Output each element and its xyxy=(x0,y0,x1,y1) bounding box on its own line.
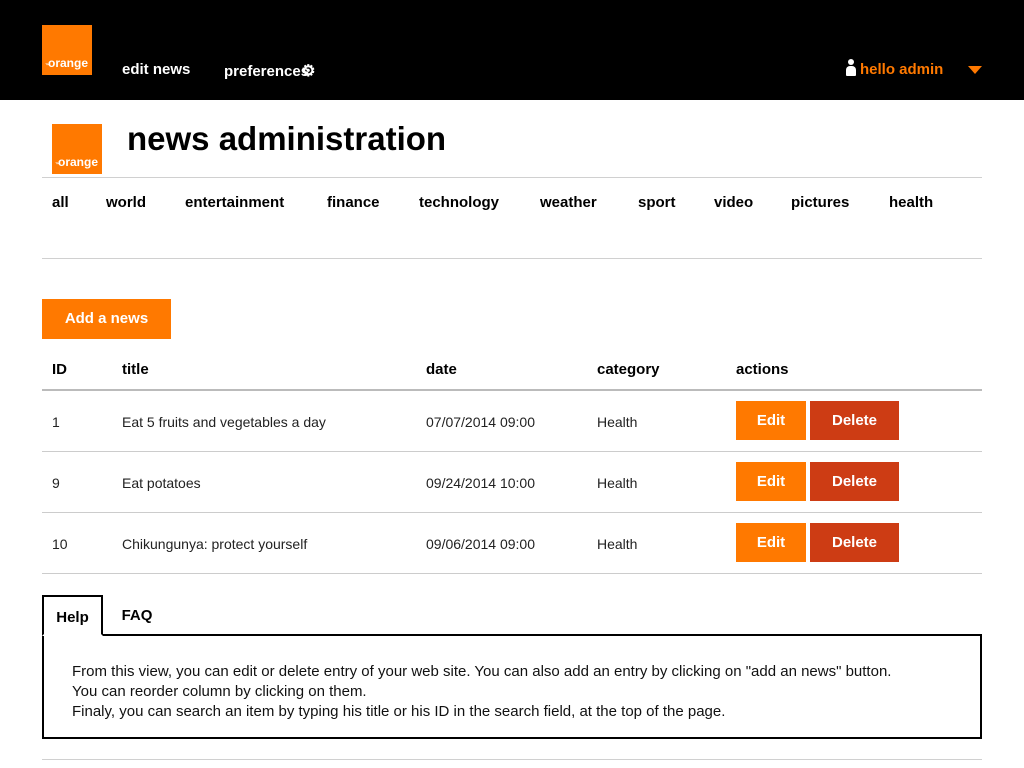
add-news-button[interactable]: Add a news xyxy=(42,299,171,339)
table-header-divider xyxy=(42,389,982,391)
tab-help[interactable]: Help xyxy=(42,595,103,636)
top-bar: orange ™ edit news preferences⚙ hello adm… xyxy=(0,0,1024,100)
logo-text: orange xyxy=(48,56,89,70)
help-line: You can reorder column by clicking on th… xyxy=(72,683,367,700)
cell-title: Eat potatoes xyxy=(122,475,201,491)
row-divider xyxy=(42,451,982,452)
nav-preferences[interactable]: preferences⚙ xyxy=(224,61,315,81)
user-icon xyxy=(845,59,857,77)
cell-date: 09/06/2014 09:00 xyxy=(426,536,535,552)
help-text: From this view, you can edit or delete e… xyxy=(72,662,891,722)
column-header-category[interactable]: category xyxy=(597,361,660,378)
delete-button[interactable]: Delete xyxy=(810,401,899,440)
orange-logo[interactable]: orange ™ xyxy=(42,25,92,75)
page-title: news administration xyxy=(127,120,447,157)
cell-id: 1 xyxy=(52,414,60,430)
category-finance[interactable]: finance xyxy=(327,194,380,211)
tab-faq[interactable]: FAQ xyxy=(106,595,168,636)
cell-id: 9 xyxy=(52,475,60,491)
gear-icon: ⚙ xyxy=(301,63,316,80)
page-logo: orange ™ xyxy=(52,124,102,174)
category-all[interactable]: all xyxy=(52,194,69,211)
nav-preferences-label: preferences xyxy=(224,63,310,80)
page-logo-text: orange xyxy=(58,155,99,169)
column-header-title[interactable]: title xyxy=(122,361,149,378)
category-health[interactable]: health xyxy=(889,194,933,211)
row-divider xyxy=(42,512,982,513)
row-divider xyxy=(42,573,982,574)
nav-edit-news[interactable]: edit news xyxy=(122,61,190,78)
help-panel: From this view, you can edit or delete e… xyxy=(42,634,982,739)
user-menu[interactable]: hello admin xyxy=(845,59,943,78)
edit-button[interactable]: Edit xyxy=(736,523,806,562)
cell-category: Health xyxy=(597,536,638,552)
category-world[interactable]: world xyxy=(106,194,146,211)
column-header-actions: actions xyxy=(736,361,789,378)
help-line: From this view, you can edit or delete e… xyxy=(72,663,892,680)
divider xyxy=(42,258,982,259)
cell-category: Health xyxy=(597,414,638,430)
user-greeting: hello admin xyxy=(860,61,944,78)
column-header-id[interactable]: ID xyxy=(52,361,67,378)
cell-date: 09/24/2014 10:00 xyxy=(426,475,535,491)
category-entertainment[interactable]: entertainment xyxy=(185,194,284,211)
divider xyxy=(42,177,982,178)
cell-id: 10 xyxy=(52,536,68,552)
category-technology[interactable]: technology xyxy=(419,194,499,211)
delete-button[interactable]: Delete xyxy=(810,462,899,501)
chevron-down-icon[interactable] xyxy=(968,66,982,74)
column-header-date[interactable]: date xyxy=(426,361,457,378)
divider xyxy=(42,759,982,760)
delete-button[interactable]: Delete xyxy=(810,523,899,562)
cell-date: 07/07/2014 09:00 xyxy=(426,414,535,430)
cell-title: Eat 5 fruits and vegetables a day xyxy=(122,414,326,430)
edit-button[interactable]: Edit xyxy=(736,462,806,501)
edit-button[interactable]: Edit xyxy=(736,401,806,440)
help-line: Finaly, you can search an item by typing… xyxy=(72,703,726,720)
category-pictures[interactable]: pictures xyxy=(791,194,849,211)
category-video[interactable]: video xyxy=(714,194,753,211)
cell-category: Health xyxy=(597,475,638,491)
cell-title: Chikungunya: protect yourself xyxy=(122,536,308,552)
category-weather[interactable]: weather xyxy=(540,194,597,211)
category-sport[interactable]: sport xyxy=(638,194,676,211)
